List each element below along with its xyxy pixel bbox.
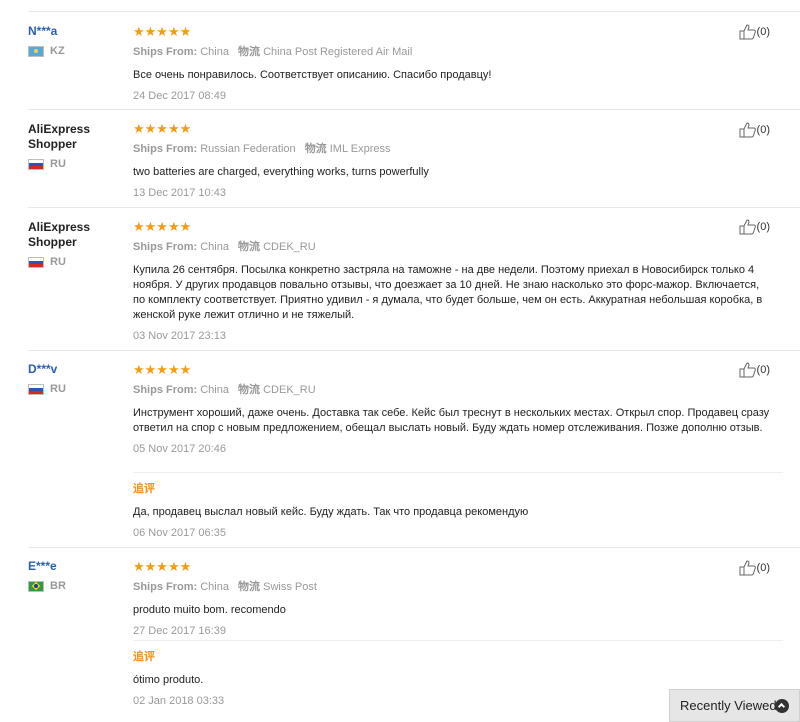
ships-from-value: China [200,384,229,396]
followup-review: 追评 Да, продавец выслал новый кейс. Буду … [133,472,783,540]
thumbs-up-icon [739,122,756,138]
buyer-name: AliExpress Shopper [28,220,91,249]
followup-text: ótimo produto. [133,674,204,686]
like-count: (0) [756,562,770,574]
br-flag-icon [28,580,44,592]
review-content: ★★★★★ Ships From: Russian Federation 物流 … [133,122,773,200]
buyer-country: RU [28,383,123,395]
rating-stars: ★★★★★ [133,362,192,377]
ru-flag-icon [28,158,44,170]
review-date: 03 Nov 2017 23:13 [133,330,226,342]
thumbs-up-icon [739,24,756,40]
ships-from-value: Russian Federation [200,143,296,155]
review-date: 27 Dec 2017 16:39 [133,625,226,637]
carrier-value: Swiss Post [263,581,317,593]
ships-from-label: Ships From: [133,581,198,593]
review-date: 05 Nov 2017 20:46 [133,443,226,455]
buyer-info: E***e BR [28,559,123,592]
buyer-country: RU [28,158,123,170]
buyer-country: KZ [28,45,123,57]
like-count: (0) [756,26,770,38]
carrier-label: 物流 [238,46,261,58]
thumbs-up-icon [739,219,756,235]
buyer-country: RU [28,256,123,268]
like-button[interactable]: (0) [739,24,770,40]
shipping-info: Ships From: China 物流 CDEK_RU [133,383,773,397]
like-count: (0) [756,364,770,376]
buyer-info: N***a KZ [28,24,123,57]
ships-from-value: China [200,581,229,593]
chevron-up-icon [775,699,789,713]
rating-stars: ★★★★★ [133,219,192,234]
followup-date: 06 Nov 2017 06:35 [133,527,226,539]
buyer-name[interactable]: D***v [28,362,123,377]
buyer-country: BR [28,580,123,592]
review-text: two batteries are charged, everything wo… [133,166,429,178]
ships-from-label: Ships From: [133,143,198,155]
ships-from-value: China [200,46,229,58]
ships-from-label: Ships From: [133,384,198,396]
country-code: KZ [50,45,65,57]
review-divider [28,350,800,351]
country-code: BR [50,580,66,592]
country-code: RU [50,256,66,268]
review-divider [28,547,800,548]
carrier-label: 物流 [304,143,327,155]
shipping-info: Ships From: Russian Federation 物流 IML Ex… [133,142,773,156]
like-count: (0) [756,221,770,233]
like-button[interactable]: (0) [739,560,770,576]
shipping-info: Ships From: China 物流 China Post Register… [133,45,773,59]
review-content: ★★★★★ Ships From: China 物流 China Post Re… [133,25,773,103]
review-divider [28,207,800,208]
thumbs-up-icon [739,362,756,378]
ru-flag-icon [28,383,44,395]
followup-text: Да, продавец выслал новый кейс. Буду жда… [133,506,529,518]
recently-viewed-label: Recently Viewed [680,698,777,713]
carrier-value: China Post Registered Air Mail [263,46,413,58]
review-content: ★★★★★ Ships From: China 物流 CDEK_RU Купил… [133,220,773,343]
review-content: ★★★★★ Ships From: China 物流 CDEK_RU Инстр… [133,363,773,456]
review-text: Инструмент хороший, даже очень. Доставка… [133,407,770,434]
shipping-info: Ships From: China 物流 Swiss Post [133,580,773,594]
country-code: RU [50,383,66,395]
like-button[interactable]: (0) [739,362,770,378]
thumbs-up-icon [739,560,756,576]
ships-from-label: Ships From: [133,241,198,253]
rating-stars: ★★★★★ [133,559,192,574]
carrier-label: 物流 [238,581,261,593]
buyer-name[interactable]: N***a [28,24,123,39]
recently-viewed-button[interactable]: Recently Viewed [669,689,800,722]
followup-label: 追评 [133,483,155,495]
carrier-value: IML Express [329,143,391,155]
review-text: Все очень понравилось. Соответствует опи… [133,69,492,81]
carrier-label: 物流 [238,384,261,396]
carrier-value: CDEK_RU [263,241,316,253]
rating-stars: ★★★★★ [133,24,192,39]
ships-from-value: China [200,241,229,253]
review-date: 24 Dec 2017 08:49 [133,90,226,102]
buyer-info: D***v RU [28,362,123,395]
carrier-value: CDEK_RU [263,384,316,396]
like-button[interactable]: (0) [739,122,770,138]
country-code: RU [50,158,66,170]
review-divider [28,109,800,110]
buyer-name[interactable]: E***e [28,559,123,574]
buyer-name: AliExpress Shopper [28,122,91,151]
rating-stars: ★★★★★ [133,121,192,136]
buyer-info: AliExpress Shopper RU [28,220,123,268]
buyer-info: AliExpress Shopper RU [28,122,123,170]
shipping-info: Ships From: China 物流 CDEK_RU [133,240,773,254]
review-date: 13 Dec 2017 10:43 [133,187,226,199]
review-content: ★★★★★ Ships From: China 物流 Swiss Post pr… [133,560,773,638]
review-text: Купила 26 сентября. Посылка конкретно за… [133,264,763,321]
carrier-label: 物流 [238,241,261,253]
ships-from-label: Ships From: [133,46,198,58]
followup-label: 追评 [133,651,155,663]
like-button[interactable]: (0) [739,219,770,235]
top-divider [28,11,800,12]
like-count: (0) [756,124,770,136]
kz-flag-icon [28,45,44,57]
ru-flag-icon [28,256,44,268]
review-text: produto muito bom. recomendo [133,604,286,616]
